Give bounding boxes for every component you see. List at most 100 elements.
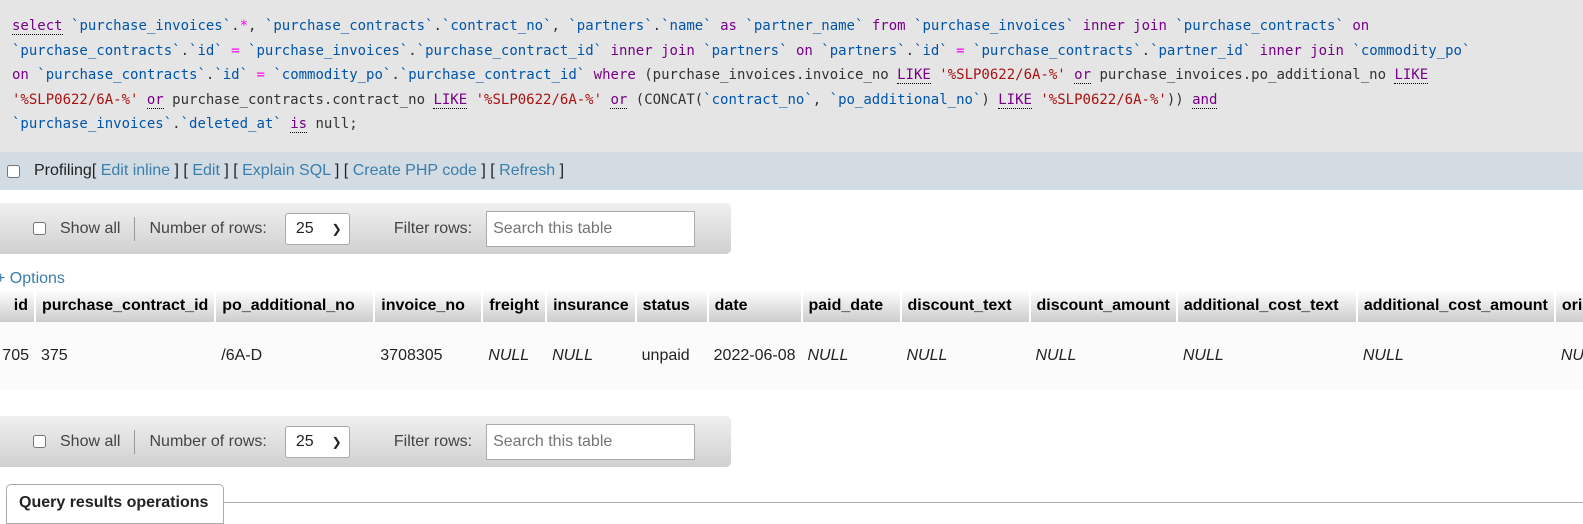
cell-discount-text[interactable]: NULL	[900, 322, 1030, 390]
sql-token: LIKE	[433, 91, 468, 109]
column-header-freight[interactable]: freight	[482, 290, 548, 322]
show-all-checkbox[interactable]	[33, 435, 46, 448]
cell-paid-date[interactable]: NULL	[801, 322, 901, 390]
sql-line: `purchase_contracts`. `id` = `purchase_in…	[12, 39, 1583, 64]
column-header-additional-cost-amount[interactable]: additional_cost_amount	[1356, 290, 1556, 322]
show-all-checkbox[interactable]	[33, 222, 46, 235]
sql-token: `id`	[914, 42, 948, 59]
sql-token: `partners`	[821, 42, 906, 59]
sql-token: `id`	[214, 67, 249, 84]
link-edit[interactable]: Edit	[192, 162, 220, 179]
column-header-id[interactable]: id	[0, 290, 36, 322]
sql-query-display: select `purchase_invoices`.*, `purchase_…	[0, 0, 1583, 152]
column-header-insurance[interactable]: insurance	[546, 290, 637, 322]
sql-token: (purchase_invoices.invoice_no	[635, 67, 898, 84]
sql-token: `commodity_po`	[273, 67, 392, 84]
cell-discount-amount[interactable]: NULL	[1029, 322, 1177, 390]
link-edit-inline[interactable]: Edit inline	[101, 162, 170, 179]
sql-token: `id`	[189, 42, 223, 59]
cell-invoice-no[interactable]: 3708305	[374, 322, 483, 390]
sql-token: or	[610, 91, 628, 109]
sql-token: .	[433, 18, 442, 34]
sql-token: inner join	[1259, 42, 1344, 59]
column-header-date[interactable]: date	[707, 290, 803, 322]
sql-token: .	[408, 42, 417, 59]
column-header-purchase-contract-id[interactable]: purchase_contract_id	[35, 290, 217, 322]
profiling-checkbox[interactable]	[7, 164, 20, 178]
sql-token: on	[795, 42, 813, 59]
column-header-paid-date[interactable]: paid_date	[801, 290, 902, 322]
sql-token: .	[172, 116, 181, 133]
sql-token: purchase_contracts.contract_no	[163, 91, 434, 108]
sql-token: `purchase_invoices`	[71, 18, 232, 34]
sql-token: =	[231, 42, 240, 59]
link-create-php-code[interactable]: Create PHP code	[353, 162, 477, 179]
rows-select[interactable]: 25 ❯	[284, 425, 350, 458]
chevron-down-icon: ❯	[331, 221, 342, 236]
rows-select[interactable]: 25 ❯	[284, 212, 350, 245]
query-links: [ Edit inline ] [ Edit ] [ Explain SQL ]…	[91, 162, 565, 179]
header-row: id purchase_contract_id po_additional_no in…	[0, 290, 1583, 322]
sql-token: .	[231, 18, 240, 34]
sql-token: '%SLP0622/6A-%'	[12, 91, 139, 108]
sql-token: LIKE	[998, 91, 1032, 109]
sql-token: LIKE	[897, 67, 931, 85]
sql-token: `partners`	[703, 42, 788, 59]
sql-token: .	[652, 18, 662, 34]
query-results-operations-tab[interactable]: Query results operations	[6, 484, 224, 524]
column-header-status[interactable]: status	[635, 290, 709, 322]
sql-token: `purchase_invoices`	[248, 42, 409, 59]
cell-date[interactable]: 2022-06-08	[707, 322, 802, 390]
sql-token: `partners`	[568, 18, 653, 34]
cell-id[interactable]: 705	[0, 322, 35, 390]
cell-status[interactable]: unpaid	[635, 322, 708, 390]
column-header-additional-cost-text[interactable]: additional_cost_text	[1176, 290, 1358, 322]
cell-additional-cost-text[interactable]: NULL	[1176, 322, 1357, 390]
cell-additional-cost-amount[interactable]: NULL	[1356, 322, 1555, 390]
column-header-discount-amount[interactable]: discount_amount	[1029, 290, 1178, 322]
cell-po-additional-no[interactable]: /6A-D	[215, 322, 375, 390]
filter-rows-input[interactable]	[486, 423, 696, 460]
column-header-ori[interactable]: ori	[1554, 290, 1583, 322]
cell-ori[interactable]: NU	[1554, 322, 1583, 390]
link-refresh[interactable]: Refresh	[499, 162, 555, 179]
sql-token: `purchase_invoices`	[914, 18, 1075, 34]
sql-token: `purchase_contract_id`	[416, 42, 603, 59]
sql-token: and	[1192, 91, 1218, 109]
sql-token: '%SLP0622/6A-%'	[475, 91, 603, 108]
sql-token: )	[981, 91, 999, 108]
filter-rows-input[interactable]	[486, 210, 696, 247]
sql-token: `purchase_contracts`	[12, 42, 181, 59]
column-header-discount-text[interactable]: discount_text	[900, 290, 1031, 322]
link-explain-sql[interactable]: Explain SQL	[242, 162, 330, 179]
sql-token: inner join	[610, 42, 695, 59]
sql-token: from	[871, 18, 906, 34]
cell-purchase-contract-id[interactable]: 375	[35, 322, 216, 390]
sql-token: ,	[812, 91, 830, 108]
sql-token: `partner_id`	[1150, 42, 1252, 59]
cell-freight[interactable]: NULL	[482, 322, 547, 390]
column-header-po-additional-no[interactable]: po_additional_no	[215, 290, 376, 322]
sql-token: is	[290, 116, 308, 134]
options-link[interactable]: + Options	[0, 270, 65, 288]
column-header-invoice-no[interactable]: invoice_no	[374, 290, 484, 322]
results-table: id purchase_contract_id po_additional_no in…	[0, 290, 1583, 390]
profiling-label: Profiling	[34, 162, 92, 179]
sql-token: on	[1352, 18, 1370, 34]
sql-token: `purchase_invoices`	[12, 116, 173, 133]
sql-token: on	[12, 67, 29, 84]
cell-insurance[interactable]: NULL	[546, 322, 636, 390]
profiling-bar: Profiling [ Edit inline ] [ Edit ] [ Exp…	[0, 152, 1583, 190]
sql-token: ,	[248, 18, 265, 34]
